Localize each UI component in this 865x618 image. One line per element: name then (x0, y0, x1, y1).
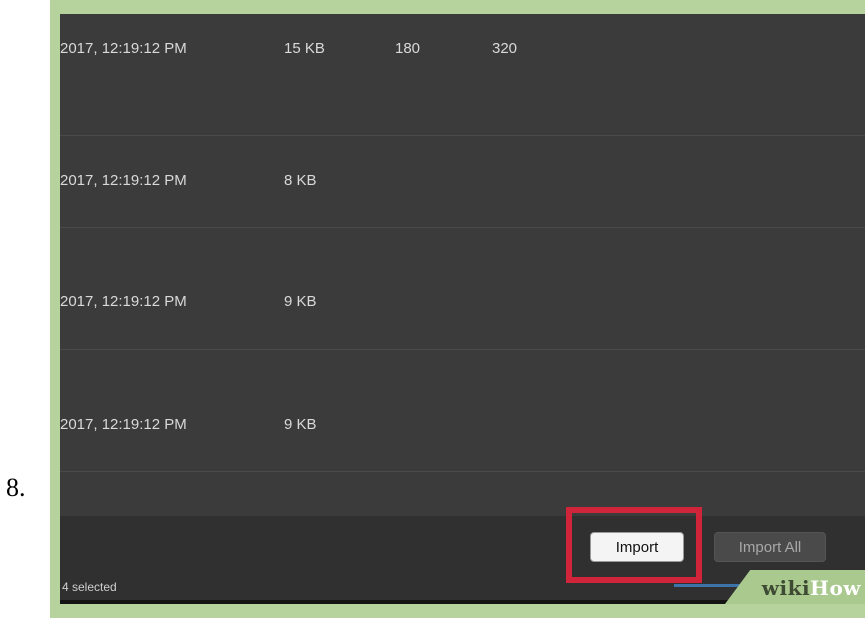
row-date: 2017, 12:19:12 PM (60, 416, 187, 433)
import-button[interactable]: Import (590, 532, 684, 562)
import-window: 2017, 12:19:12 PM 15 KB 180 320 2017, 12… (60, 14, 865, 604)
table-row[interactable]: 2017, 12:19:12 PM 9 KB (60, 350, 865, 472)
row-date: 2017, 12:19:12 PM (60, 172, 187, 189)
table-row-empty (60, 472, 865, 516)
row-size: 15 KB (284, 40, 325, 57)
table-row[interactable]: 2017, 12:19:12 PM 9 KB (60, 228, 865, 350)
row-date: 2017, 12:19:12 PM (60, 40, 187, 57)
step-number: 8. (6, 473, 26, 502)
selected-count: 4 selected (62, 580, 117, 594)
row-width: 180 (395, 40, 421, 57)
row-size: 9 KB (284, 416, 317, 433)
row-height: 320 (492, 40, 518, 57)
table-row[interactable]: 2017, 12:19:12 PM 8 KB (60, 106, 865, 228)
row-size: 9 KB (284, 293, 317, 310)
import-all-button[interactable]: Import All (714, 532, 826, 562)
row-size: 8 KB (284, 172, 317, 189)
row-date: 2017, 12:19:12 PM (60, 293, 187, 310)
